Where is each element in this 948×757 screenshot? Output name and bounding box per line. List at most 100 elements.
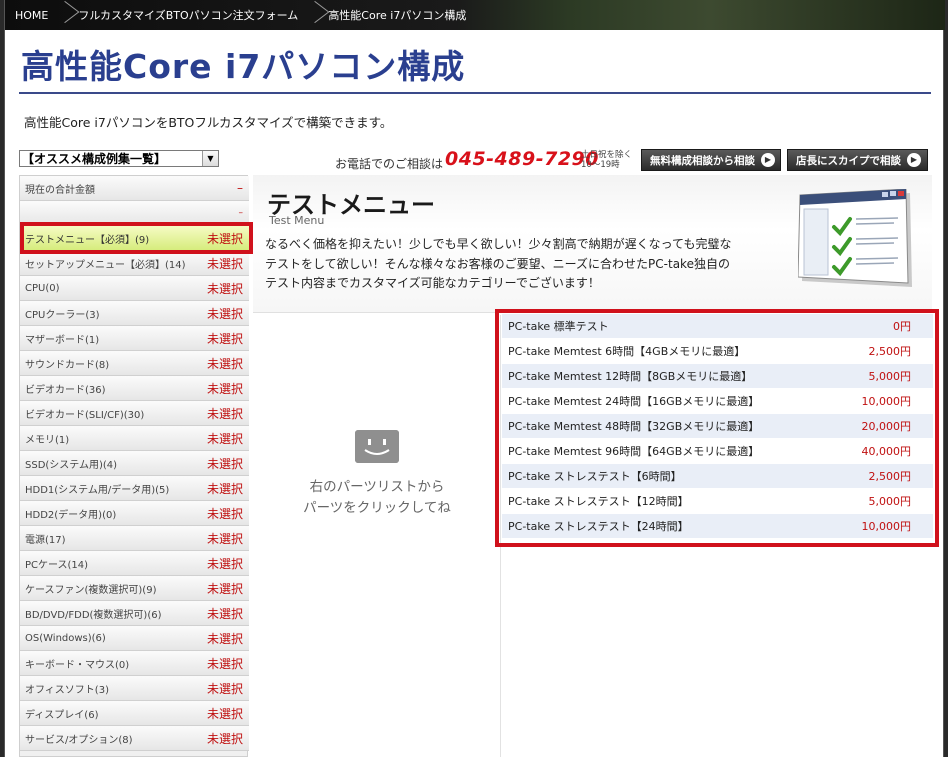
parts-list: PC-take 標準テスト 0円 PC-take Memtest 6時間【4GBメモ…: [502, 314, 933, 539]
sidebar-category-item[interactable]: ケースファン(複数選択可)(9) 未選択: [20, 576, 249, 601]
part-row[interactable]: PC-take Memtest 12時間【8GBメモリに最適】 5,000円: [502, 364, 933, 389]
phone-hours: 土日祝を除く 10〜19時: [581, 150, 632, 170]
sidebar-category-item[interactable]: 電源(17) 未選択: [20, 526, 249, 551]
part-name: PC-take Memtest 6時間【4GBメモリに最適】: [508, 345, 746, 358]
empty-state-line-1: 右のパーツリストから: [309, 479, 445, 495]
sidebar-category-label: 電源(17): [25, 534, 66, 546]
sidebar-category-item[interactable]: ディスプレイ(6) 未選択: [20, 701, 249, 726]
sidebar-category-item[interactable]: PCケース(14) 未選択: [20, 551, 249, 576]
sidebar-category-label: マザーボード(1): [25, 334, 100, 346]
total-price-value: –: [237, 181, 243, 195]
menu-description: なるべく価格を抑えたい！少しでも早く欲しい！少々割高で納期が遅くなっても完璧なテ…: [265, 237, 732, 290]
part-price: 10,000円: [861, 520, 912, 533]
part-row[interactable]: PC-take 標準テスト 0円: [502, 314, 933, 339]
preset-config-select-value: 【オススメ構成例集一覧】: [22, 152, 167, 166]
preset-config-select[interactable]: 【オススメ構成例集一覧】 ▼: [19, 150, 219, 167]
sidebar-category-item[interactable]: HDD1(システム用/データ用)(5) 未選択: [20, 476, 249, 501]
sidebar-category-status: 未選択: [206, 406, 243, 421]
part-name: PC-take Memtest 48時間【32GBメモリに最適】: [508, 420, 760, 433]
sidebar-category-item[interactable]: ビデオカード(36) 未選択: [20, 376, 249, 401]
part-row[interactable]: PC-take ストレステスト【12時間】 5,000円: [502, 489, 933, 514]
play-arrow-icon: ▶: [907, 153, 921, 167]
free-consult-button-label: 無料構成相談から相談: [650, 154, 755, 167]
part-row[interactable]: PC-take Memtest 48時間【32GBメモリに最適】 20,000円: [502, 414, 933, 439]
page-frame: HOME フルカスタマイズBTOパソコン注文フォーム 高性能Core i7パソコ…: [4, 0, 945, 757]
part-row[interactable]: PC-take Memtest 6時間【4GBメモリに最適】 2,500円: [502, 339, 933, 364]
part-price: 10,000円: [861, 395, 912, 408]
phone-number[interactable]: 045-489-7290: [445, 148, 599, 170]
sidebar-category-label: メモリ(1): [25, 434, 70, 446]
breadcrumb-separator-icon: [308, 0, 318, 30]
sidebar-category-status: 未選択: [206, 681, 243, 696]
part-price: 40,000円: [861, 445, 912, 458]
sidebar-category-item[interactable]: ビデオカード(SLI/CF)(30) 未選択: [20, 401, 249, 426]
sidebar-category-item[interactable]: サウンドカード(8) 未選択: [20, 351, 249, 376]
part-row[interactable]: PC-take Memtest 24時間【16GBメモリに最適】 10,000円: [502, 389, 933, 414]
skype-consult-button-label: 店長にスカイプで相談: [796, 154, 901, 167]
phone-hours-time: 10〜19時: [581, 160, 620, 170]
sidebar-category-status: 未選択: [206, 631, 243, 646]
menu-subtitle: Test Menu: [269, 214, 325, 227]
sidebar-category-item[interactable]: OS(Windows)(6) 未選択: [20, 626, 249, 651]
category-sidebar: 現在の合計金額 – – テストメニュー【必須】(9) 未選択 セットアップメニュー【…: [19, 175, 249, 757]
part-name: PC-take ストレステスト【12時間】: [508, 495, 689, 508]
part-price: 5,000円: [868, 370, 912, 383]
sidebar-category-label: サウンドカード(8): [25, 359, 110, 371]
skype-consult-button[interactable]: 店長にスカイプで相談 ▶: [787, 149, 928, 171]
part-name: PC-take ストレステスト【6時間】: [508, 470, 682, 483]
sidebar-category-item[interactable]: メモリ(1) 未選択: [20, 426, 249, 451]
sidebar-category-item[interactable]: SSD(システム用)(4) 未選択: [20, 451, 249, 476]
sidebar-category-label: BD/DVD/FDD(複数選択可)(6): [25, 609, 162, 621]
part-name: PC-take Memtest 12時間【8GBメモリに最適】: [508, 370, 753, 383]
sidebar-category-item[interactable]: オフィスソフト(3) 未選択: [20, 676, 249, 701]
empty-state-message: 右のパーツリストから パーツをクリックしてね: [253, 477, 501, 519]
breadcrumb-current: 高性能Core i7パソコン構成: [328, 9, 467, 22]
sidebar-category-status: 未選択: [206, 481, 243, 496]
breadcrumb-home[interactable]: HOME: [5, 0, 58, 30]
breadcrumb-order-form[interactable]: フルカスタマイズBTOパソコン注文フォーム: [68, 0, 308, 30]
part-row[interactable]: PC-take ストレステスト【6時間】 2,500円: [502, 464, 933, 489]
phone-label: お電話でのご相談は: [335, 157, 444, 171]
chevron-down-icon[interactable]: ▼: [202, 151, 218, 166]
sidebar-category-label: PCケース(14): [25, 559, 89, 571]
sidebar-category-status: 未選択: [206, 656, 243, 671]
play-arrow-icon: ▶: [761, 153, 775, 167]
sidebar-category-status: 未選択: [206, 531, 243, 546]
part-row[interactable]: PC-take Memtest 96時間【64GBメモリに最適】 40,000円: [502, 439, 933, 464]
sidebar-category-label: ケースファン(複数選択可)(9): [25, 584, 157, 596]
sidebar-category-label: HDD1(システム用/データ用)(5): [25, 484, 170, 496]
sidebar-category-item[interactable]: CPUクーラー(3) 未選択: [20, 301, 249, 326]
sidebar-category-label: HDD2(データ用)(0): [25, 509, 117, 521]
sidebar-category-label: ビデオカード(SLI/CF)(30): [25, 409, 145, 421]
test-checklist-icon: [798, 189, 912, 287]
part-name: PC-take ストレステスト【24時間】: [508, 520, 689, 533]
sidebar-category-item[interactable]: マザーボード(1) 未選択: [20, 326, 249, 351]
sidebar-category-label: サービス/オプション(8): [25, 734, 133, 746]
part-name: PC-take Memtest 96時間【64GBメモリに最適】: [508, 445, 760, 458]
part-row[interactable]: PC-take ストレステスト【24時間】 10,000円: [502, 514, 933, 539]
total-detail-value: –: [238, 208, 244, 218]
title-divider: [19, 92, 931, 94]
sidebar-category-label: キーボード・マウス(0): [25, 659, 130, 671]
sidebar-category-label: ディスプレイ(6): [25, 709, 99, 721]
sidebar-category-status: 未選択: [206, 331, 243, 346]
sidebar-category-item[interactable]: サービス/オプション(8) 未選択: [20, 726, 249, 751]
sidebar-category-item[interactable]: セットアップメニュー【必須】(14) 未選択: [20, 251, 249, 276]
sidebar-category-item[interactable]: BD/DVD/FDD(複数選択可)(6) 未選択: [20, 601, 249, 626]
part-price: 2,500円: [868, 470, 912, 483]
sidebar-category-status: 未選択: [206, 606, 243, 621]
breadcrumb-separator-icon: [58, 0, 68, 30]
part-price: 2,500円: [868, 345, 912, 358]
sidebar-category-item[interactable]: CPU(0) 未選択: [20, 276, 249, 301]
sidebar-category-item[interactable]: キーボード・マウス(0) 未選択: [20, 651, 249, 676]
sidebar-category-status: 未選択: [206, 281, 243, 296]
sidebar-category-status: 未選択: [206, 731, 243, 746]
total-price-label: 現在の合計金額: [25, 184, 95, 196]
page-intro: 高性能Core i7パソコンをBTOフルカスタマイズで構築できます。: [24, 115, 393, 130]
sidebar-category-status: 未選択: [206, 581, 243, 596]
total-price-row: 現在の合計金額 –: [20, 176, 249, 201]
sidebar-category-item[interactable]: HDD2(データ用)(0) 未選択: [20, 501, 249, 526]
sidebar-category-label: CPU(0): [25, 282, 60, 294]
free-consult-button[interactable]: 無料構成相談から相談 ▶: [641, 149, 781, 171]
face-icon: [355, 430, 399, 463]
